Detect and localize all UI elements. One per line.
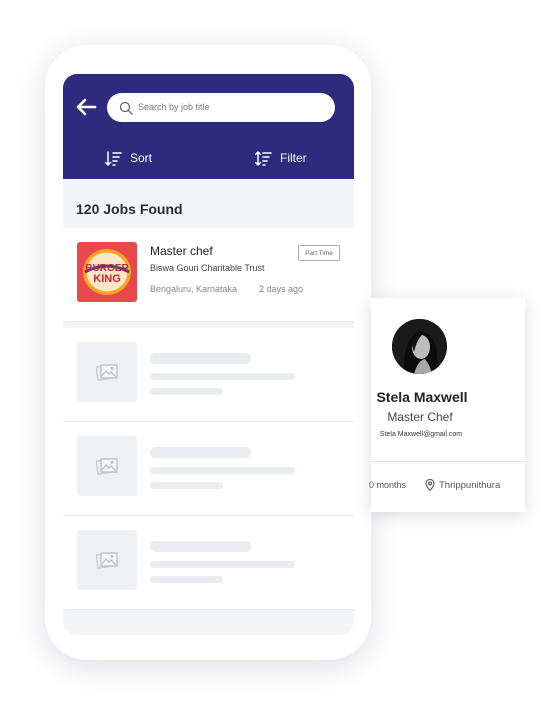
candidate-name: Stela Maxwell [376, 389, 468, 405]
image-placeholder [77, 530, 137, 590]
job-card-placeholder [63, 328, 354, 421]
profile-photo-icon [392, 319, 447, 374]
app-header: Search by job title Sort Filter [63, 74, 354, 179]
candidate-profile-card[interactable]: Stela Maxwell Master Chef Stela Maxwell@… [369, 298, 525, 512]
candidate-role: Master Chef [387, 410, 453, 424]
divider [371, 461, 525, 462]
image-icon [96, 552, 118, 569]
logo-text-bottom: KING [93, 273, 121, 285]
skeleton-line [150, 576, 223, 583]
candidate-location: Thrippunithura [425, 479, 500, 491]
job-card-placeholder [63, 422, 354, 515]
job-company: Biswa Gouri Charitable Trust [150, 263, 265, 273]
image-icon [96, 458, 118, 475]
search-icon [119, 101, 133, 115]
job-type-badge: Part Time [298, 245, 340, 261]
candidate-experience: 0 months [369, 480, 407, 490]
sort-label: Sort [130, 151, 153, 165]
location-pin-icon [425, 479, 435, 491]
sort-icon [105, 150, 122, 166]
job-card[interactable]: BURGER KING Master chef Part Time Biswa … [63, 228, 354, 321]
image-icon [96, 364, 118, 381]
sort-button[interactable]: Sort [105, 149, 152, 167]
skeleton-line [150, 467, 295, 474]
skeleton-line [150, 447, 251, 458]
avatar [392, 319, 447, 374]
job-posted-time: 2 days ago [259, 284, 304, 294]
back-arrow-icon[interactable] [75, 96, 97, 118]
company-logo: BURGER KING [77, 242, 137, 302]
job-card-placeholder [63, 516, 354, 609]
filter-button[interactable]: Filter [255, 149, 307, 167]
filter-icon [255, 150, 272, 166]
skeleton-line [150, 482, 223, 489]
results-count: 120 Jobs Found [76, 201, 183, 217]
search-input[interactable]: Search by job title [138, 102, 210, 112]
skeleton-line [150, 541, 251, 552]
search-box[interactable]: Search by job title [107, 93, 335, 122]
image-placeholder [77, 436, 137, 496]
candidate-location-text: Thrippunithura [439, 479, 501, 491]
app-screen: Search by job title Sort Filter 120 Jobs… [63, 74, 354, 635]
job-title[interactable]: Master chef [150, 244, 213, 258]
job-location: Bengaluru, Karnataka [150, 284, 238, 294]
skeleton-line [150, 388, 223, 395]
skeleton-line [150, 561, 295, 568]
burger-king-logo-icon: BURGER KING [83, 249, 131, 295]
skeleton-line [150, 373, 295, 380]
candidate-email: Stela Maxwell@gmail.com [379, 431, 463, 438]
filter-label: Filter [280, 151, 307, 165]
skeleton-line [150, 353, 251, 364]
image-placeholder [77, 342, 137, 402]
